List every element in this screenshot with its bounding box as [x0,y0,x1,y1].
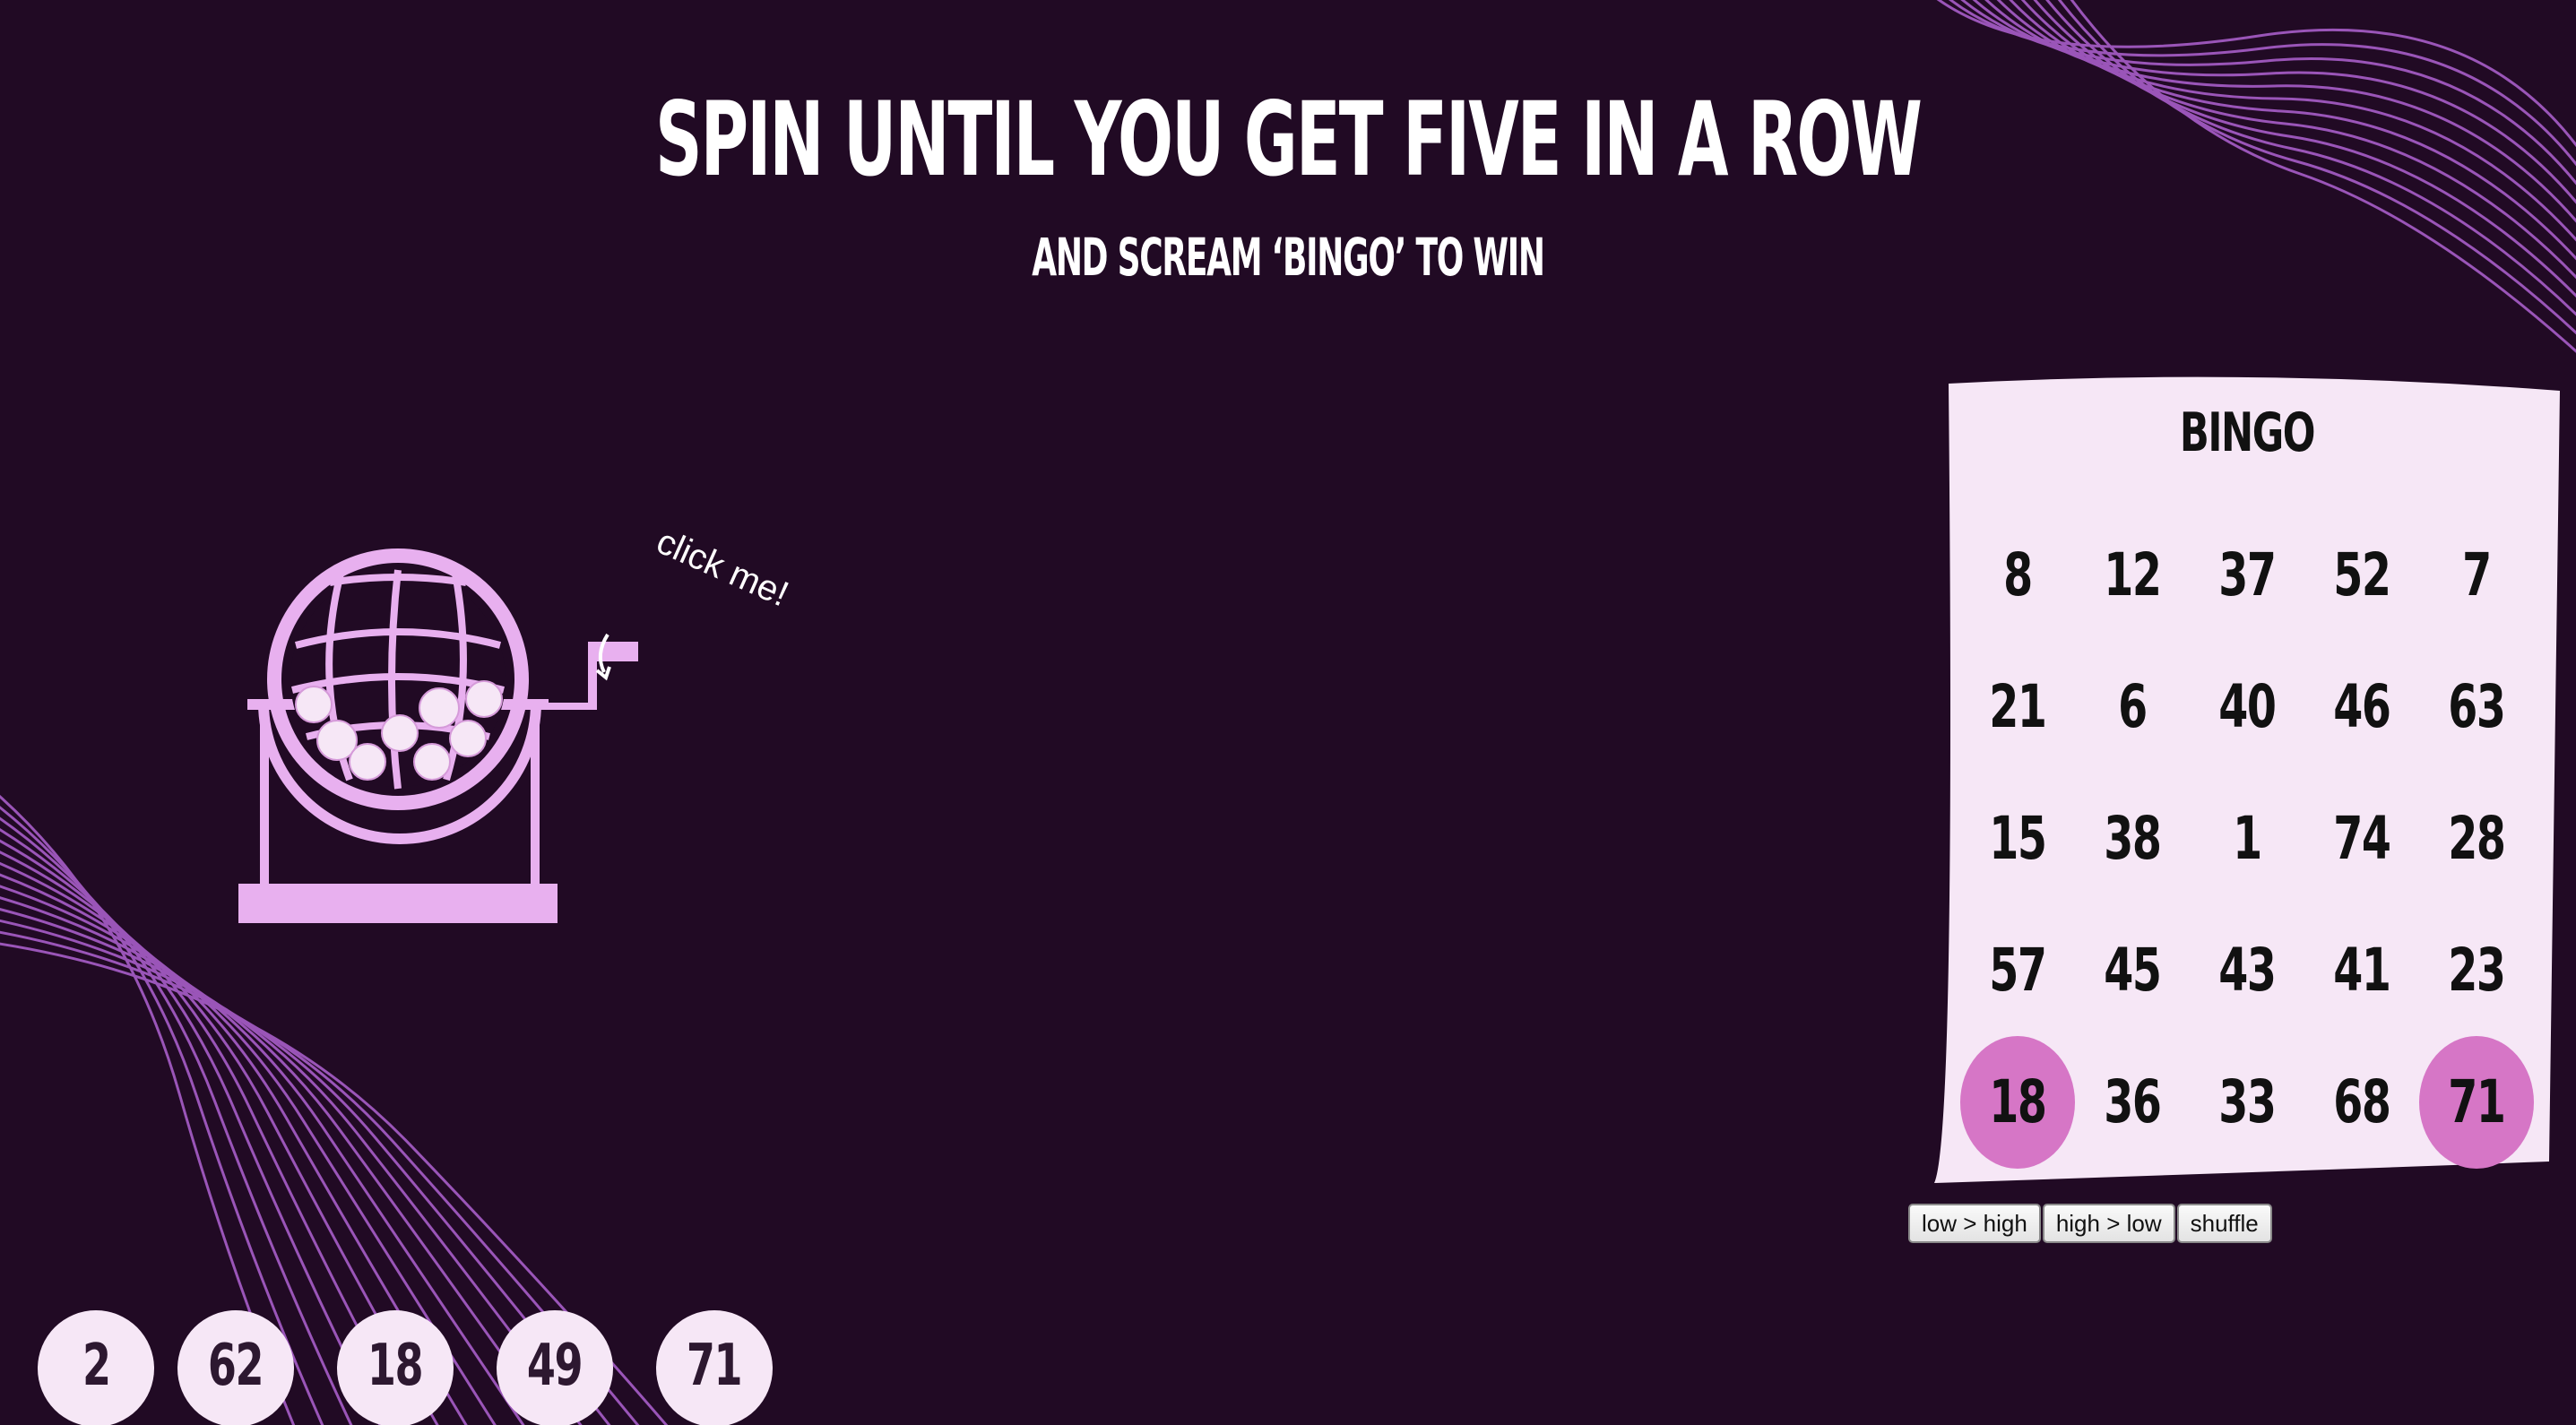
bingo-cell[interactable]: 57 [1960,904,2075,1036]
bingo-cell[interactable]: 28 [2419,773,2534,904]
bingo-cell[interactable]: 7 [2419,509,2534,641]
bingo-cell-number: 45 [2104,936,2162,1005]
drawn-ball-number: 71 [687,1333,743,1399]
bingo-cell-number: 33 [2218,1067,2277,1136]
drawn-ball: 62 [177,1310,294,1425]
bingo-cell[interactable]: 71 [2419,1035,2534,1169]
bingo-machine[interactable] [233,538,645,932]
bingo-card: BINGO 8 12 37 52 7 21 6 40 46 63 15 38 1 74 28 57 45 43 41… [1929,366,2565,1190]
bingo-cell[interactable]: 23 [2419,904,2534,1036]
bingo-cell-number: 23 [2448,936,2506,1005]
bingo-cell[interactable]: 38 [2075,773,2190,904]
bingo-cell-number: 40 [2218,672,2277,741]
bingo-cell[interactable]: 43 [2190,904,2304,1036]
wave-line [2057,0,2576,335]
bingo-cell-number: 8 [2003,540,2033,609]
bingo-cell[interactable]: 18 [1960,1035,2075,1169]
bingo-cell[interactable]: 6 [2075,641,2190,773]
bingo-cell-number: 41 [2333,936,2391,1005]
bingo-cell-number: 28 [2448,804,2506,873]
bingo-cell[interactable]: 21 [1960,641,2075,773]
drawn-ball: 49 [497,1310,613,1425]
bingo-cell-number: 6 [2118,672,2148,741]
bingo-cell-number: 57 [1989,936,2047,1005]
drawn-ball: 18 [337,1310,454,1425]
drawn-ball-number: 2 [82,1333,111,1399]
bingo-cell-number: 37 [2218,540,2277,609]
bingo-cell-number: 38 [2104,804,2162,873]
drawn-ball-number: 18 [367,1333,424,1399]
bingo-cell[interactable]: 33 [2190,1036,2304,1168]
bingo-cell-number: 71 [2448,1067,2506,1136]
bingo-cell[interactable]: 74 [2304,773,2419,904]
page-subtitle: AND SCREAM ‘BINGO’ TO WIN [1032,227,1545,288]
bingo-card-grid: 8 12 37 52 7 21 6 40 46 63 15 38 1 74 28 57 45 43 41 23 18 36… [1960,509,2534,1172]
bingo-cell-number: 43 [2218,936,2277,1005]
bingo-cell-number: 46 [2333,672,2391,741]
drawn-ball: 2 [38,1310,154,1425]
bingo-cell-number: 36 [2104,1067,2162,1136]
wave-line [2070,0,2576,353]
drawn-ball-number: 62 [208,1333,264,1399]
drawn-ball: 71 [656,1310,773,1425]
bingo-cell-number: 15 [1989,804,2047,873]
bingo-cell-number: 68 [2333,1067,2391,1136]
bingo-cell[interactable]: 8 [1960,509,2075,641]
sort-high-low-button[interactable]: high > low [2042,1204,2175,1243]
bingo-cell[interactable]: 12 [2075,509,2190,641]
bingo-cell[interactable]: 1 [2190,773,2304,904]
bingo-cell[interactable]: 37 [2190,509,2304,641]
bingo-cell[interactable]: 46 [2304,641,2419,773]
bingo-card-title: BINGO [2179,402,2316,464]
bingo-cell[interactable]: 52 [2304,509,2419,641]
bingo-cell[interactable]: 63 [2419,641,2534,773]
drawn-balls-tray: 2 62 18 49 71 [38,1308,844,1425]
bingo-cell[interactable]: 40 [2190,641,2304,773]
bingo-cell[interactable]: 36 [2075,1036,2190,1168]
bingo-cell-number: 1 [2233,804,2262,873]
bingo-cell[interactable]: 45 [2075,904,2190,1036]
bingo-cell-number: 74 [2333,804,2391,873]
bingo-cell[interactable]: 41 [2304,904,2419,1036]
bingo-cell-number: 63 [2448,672,2506,741]
drawn-ball-number: 49 [527,1333,583,1399]
shuffle-button[interactable]: shuffle [2176,1204,2272,1243]
bingo-cell[interactable]: 68 [2304,1036,2419,1168]
bingo-cell-number: 12 [2104,540,2162,609]
click-me-hint: click me! [651,522,795,615]
sort-controls: low > high high > low shuffle [1908,1204,2272,1243]
bingo-cell-number: 7 [2462,540,2492,609]
sort-low-high-button[interactable]: low > high [1908,1204,2041,1243]
bingo-cell-number: 52 [2333,540,2391,609]
bingo-cell-number: 18 [1989,1067,2047,1136]
bingo-cell[interactable]: 15 [1960,773,2075,904]
bingo-cage-icon [238,548,638,923]
bingo-cell-number: 21 [1989,672,2047,741]
page-title: SPIN UNTIL YOU GET FIVE IN A ROW [655,80,1923,199]
wave-line [2045,0,2576,316]
